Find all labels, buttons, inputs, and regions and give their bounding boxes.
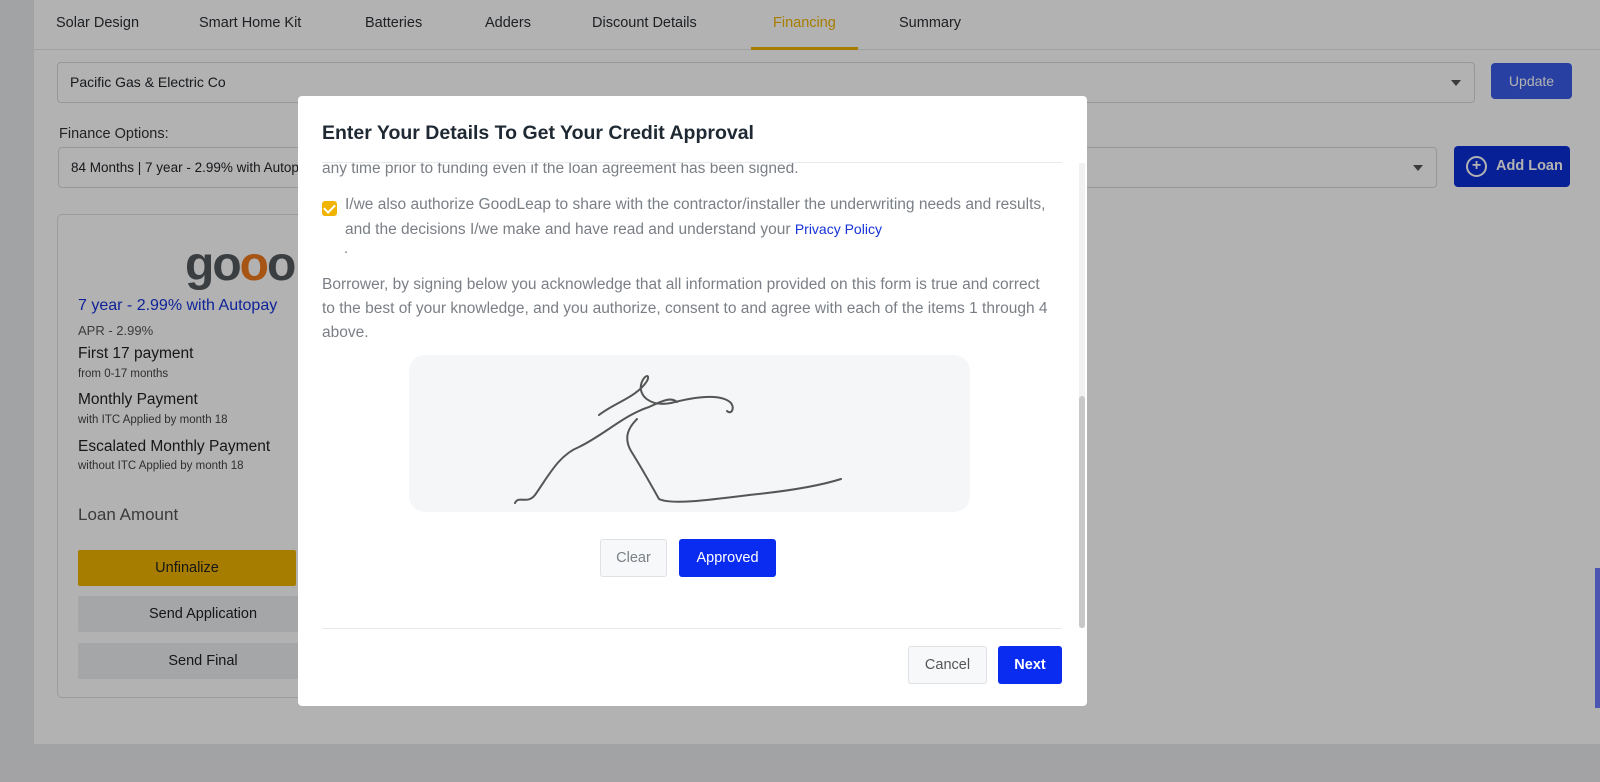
modal-scrollbar-thumb[interactable] bbox=[1079, 396, 1085, 628]
period-text: . bbox=[344, 240, 349, 257]
authorize-checkbox[interactable] bbox=[322, 201, 337, 216]
credit-approval-modal: Enter Your Details To Get Your Credit Ap… bbox=[298, 96, 1087, 706]
next-button[interactable]: Next bbox=[998, 646, 1062, 684]
approved-button[interactable]: Approved bbox=[679, 539, 776, 577]
divider bbox=[322, 628, 1062, 629]
signature-pad[interactable] bbox=[409, 355, 970, 512]
modal-body: any time prior to funding even if the lo… bbox=[322, 163, 1062, 723]
consent-text-cut: any time prior to funding even if the lo… bbox=[322, 163, 799, 177]
modal-title: Enter Your Details To Get Your Credit Ap… bbox=[322, 122, 754, 144]
cancel-button[interactable]: Cancel bbox=[908, 646, 987, 684]
privacy-policy-link[interactable]: Privacy Policy bbox=[795, 221, 882, 237]
signature-stroke bbox=[514, 375, 842, 504]
clear-signature-button[interactable]: Clear bbox=[600, 539, 667, 577]
authorize-text: I/we also authorize GoodLeap to share wi… bbox=[345, 196, 1046, 238]
borrower-acknowledgement: Borrower, by signing below you acknowled… bbox=[322, 276, 1048, 341]
